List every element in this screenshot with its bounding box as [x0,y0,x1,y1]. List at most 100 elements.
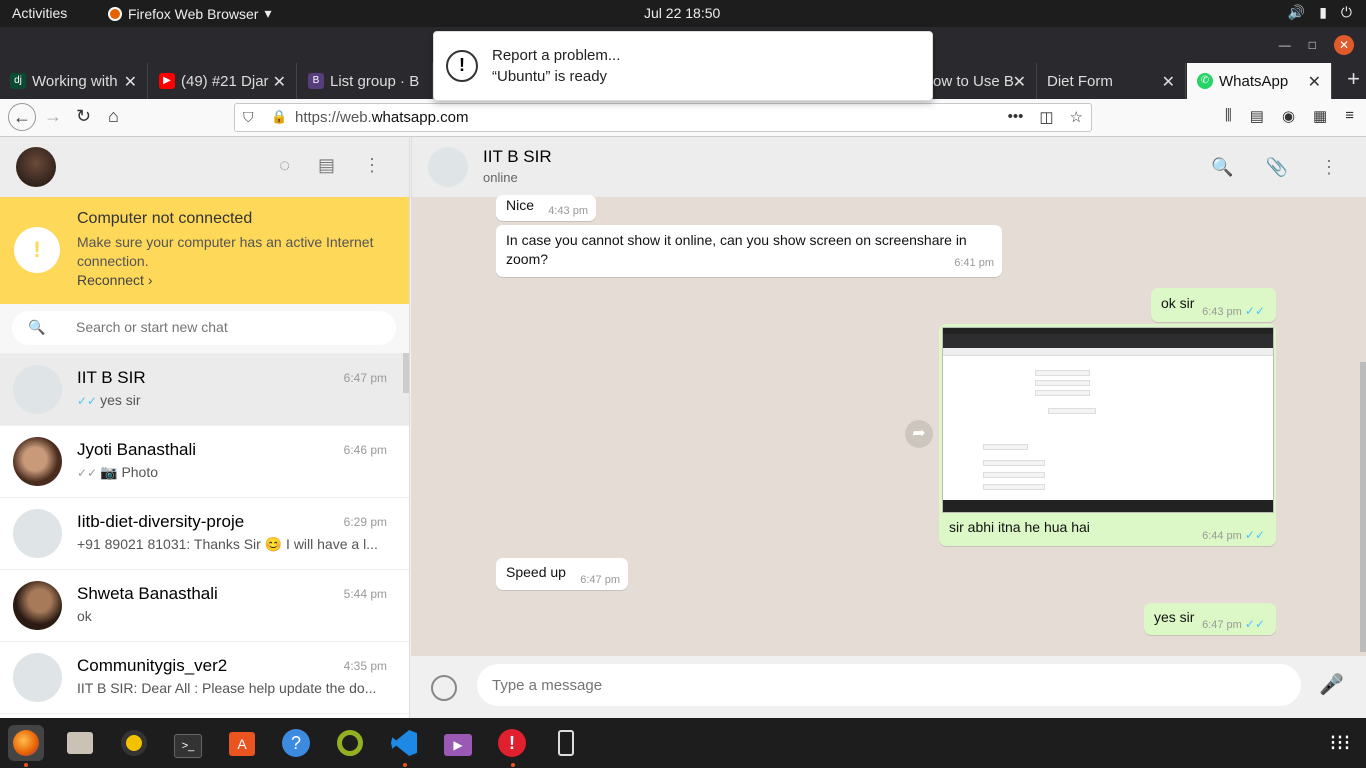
tab-diet-form[interactable]: Diet Form ✕ [1037,63,1186,99]
home-icon[interactable]: ⌂ [108,106,119,127]
software-icon[interactable]: A [224,725,260,761]
new-tab-icon[interactable]: + [1347,66,1360,92]
message-incoming[interactable]: Nice 4:43 pm [496,195,596,221]
tab-how-to-use[interactable]: ow to Use B ✕ [933,63,1037,99]
conversation-header[interactable]: IIT B SIR online 🔍 📎 ⋮ [411,137,1366,197]
forward-icon[interactable]: → [44,106,62,127]
search-box[interactable]: 🔍 [12,311,396,345]
app-menu-label: Firefox Web Browser [128,5,259,22]
emoji-icon[interactable] [431,675,457,701]
close-tab-icon[interactable]: ✕ [1013,72,1026,92]
message-meta: 6:47 pm ✓✓ [1202,617,1265,631]
apps-grid-icon[interactable]: ⁝⁝⁝ [1322,725,1358,761]
alert-icon: ! [446,50,478,82]
page-actions-icon[interactable]: ••• [1008,108,1024,126]
django-icon: dj [10,73,26,89]
message-text: yes sir [1154,609,1195,625]
message-incoming[interactable]: In case you cannot show it online, can y… [496,225,1002,277]
terminal-icon[interactable]: >_ [170,725,206,761]
rhythmbox-icon[interactable] [116,725,152,761]
message-composer: 🎤 [411,656,1366,718]
attach-icon[interactable]: 📎 [1266,157,1288,178]
chat-list-item[interactable]: Communitygis_ver2 4:35 pm IIT B SIR: Dea… [0,642,409,714]
help-icon[interactable]: ? [278,725,314,761]
activities-button[interactable]: Activities [12,5,67,21]
chat-list-item[interactable]: Iitb-diet-diversity-proje 6:29 pm +91 89… [0,498,409,570]
forward-icon[interactable]: ➦ [905,420,933,448]
bootstrap-icon: B [308,73,324,89]
pocket-icon[interactable]: ◫ [1039,108,1053,126]
avatar[interactable] [16,147,56,187]
tab-whatsapp[interactable]: ✆ WhatsApp ✕ [1187,63,1332,99]
chat-time: 6:29 pm [343,515,387,529]
chat-list-item[interactable]: Jyoti Banasthali 6:46 pm ✓✓ 📷 Photo [0,426,409,498]
double-tick-icon: ✓✓ [1244,528,1265,542]
navigation-bar: ← → ↻ ⌂ ⛉ 🔒 https://web.whatsapp.com •••… [0,99,1366,137]
extensions-icon[interactable]: ▦ [1313,107,1327,125]
menu-icon[interactable]: ⋮ [363,155,381,176]
message-outgoing[interactable]: ok sir 6:43 pm ✓✓ [1151,288,1276,322]
close-tab-icon[interactable]: ✕ [1162,72,1175,92]
clock[interactable]: Jul 22 18:50 [644,5,720,21]
notification-popup[interactable]: ! Report a problem... “Ubuntu” is ready [433,31,933,101]
scrollbar[interactable] [403,353,409,393]
double-tick-icon: ✓✓ [77,394,98,408]
vscode-icon[interactable] [386,725,422,761]
chat-preview: ✓✓ 📷 Photo [77,464,159,480]
reload-icon[interactable]: ↻ [76,106,91,127]
close-tab-icon[interactable]: ✕ [1308,72,1321,92]
dock: >_ A ? ▶ ! ⁝⁝⁝ [0,718,1366,768]
message-input[interactable] [477,664,1301,706]
library-icon[interactable]: ⫼ [1225,107,1232,125]
video-icon[interactable]: ▶ [440,725,476,761]
sidebar-icon[interactable]: ▤ [1250,107,1264,125]
tab-label: ow to Use B [933,72,1014,90]
search-icon[interactable]: 🔍 [1211,157,1233,178]
chat-sidebar: ◌ ▤ ⋮ ! Computer not connected Make sure… [0,137,410,718]
screenshot-thumbnail[interactable] [942,327,1274,513]
search-input[interactable] [76,319,376,335]
app-menu[interactable]: Firefox Web Browser ▾ [108,5,271,22]
chat-list-item[interactable]: IIT B SIR 6:47 pm ✓✓ yes sir [0,354,409,426]
usb-icon[interactable] [548,725,584,761]
search-section: 🔍 [0,304,409,354]
close-tab-icon[interactable]: ✕ [124,72,137,92]
tab-label: List group · B [330,72,420,90]
bookmark-star-icon[interactable]: ☆ [1070,108,1083,126]
system-tray[interactable]: 🔊 ▮ ⏻ [1288,4,1352,21]
back-icon[interactable]: ← [8,103,36,131]
qgis-icon[interactable] [332,725,368,761]
firefox-icon[interactable] [8,725,44,761]
files-icon[interactable] [62,725,98,761]
close-tab-icon[interactable]: ✕ [273,72,286,92]
firefox-icon [108,6,122,21]
search-icon: 🔍 [28,319,46,335]
new-chat-icon[interactable]: ▤ [318,155,335,176]
tab-youtube[interactable]: ▶ (49) #21 Djar ✕ [149,63,297,99]
close-icon[interactable]: ✕ [1334,35,1354,55]
menu-icon[interactable]: ⋮ [1320,157,1338,178]
chat-time: 4:35 pm [343,659,387,673]
hamburger-menu-icon[interactable]: ≡ [1345,107,1354,125]
account-icon[interactable]: ◉ [1282,107,1295,125]
chevron-down-icon: ▾ [264,5,272,21]
status-icon[interactable]: ◌ [279,155,290,176]
chat-name: Jyoti Banasthali [77,440,197,459]
chat-list-item[interactable]: Shweta Banasthali 5:44 pm ok [0,570,409,642]
maximize-icon[interactable]: □ [1309,38,1316,52]
tab-working-with[interactable]: dj Working with ✕ [0,63,148,99]
notification-title: Report a problem... [492,47,621,64]
contact-status: online [483,170,518,185]
microphone-icon[interactable]: 🎤 [1319,672,1344,697]
message-outgoing[interactable]: yes sir 6:47 pm ✓✓ [1144,603,1276,635]
message-text: Speed up [506,564,566,580]
scrollbar[interactable] [1360,362,1366,652]
error-icon[interactable]: ! [494,725,530,761]
minimize-icon[interactable]: — [1279,38,1291,52]
chat-preview: ok [77,608,92,624]
url-bar[interactable]: ⛉ 🔒 https://web.whatsapp.com ••• ◫ ☆ [234,103,1092,132]
reconnect-link[interactable]: Reconnect › [77,272,152,288]
tab-list-group[interactable]: B List group · B [298,63,433,99]
message-incoming[interactable]: Speed up 6:47 pm [496,558,628,590]
whatsapp-icon: ✆ [1197,73,1213,89]
